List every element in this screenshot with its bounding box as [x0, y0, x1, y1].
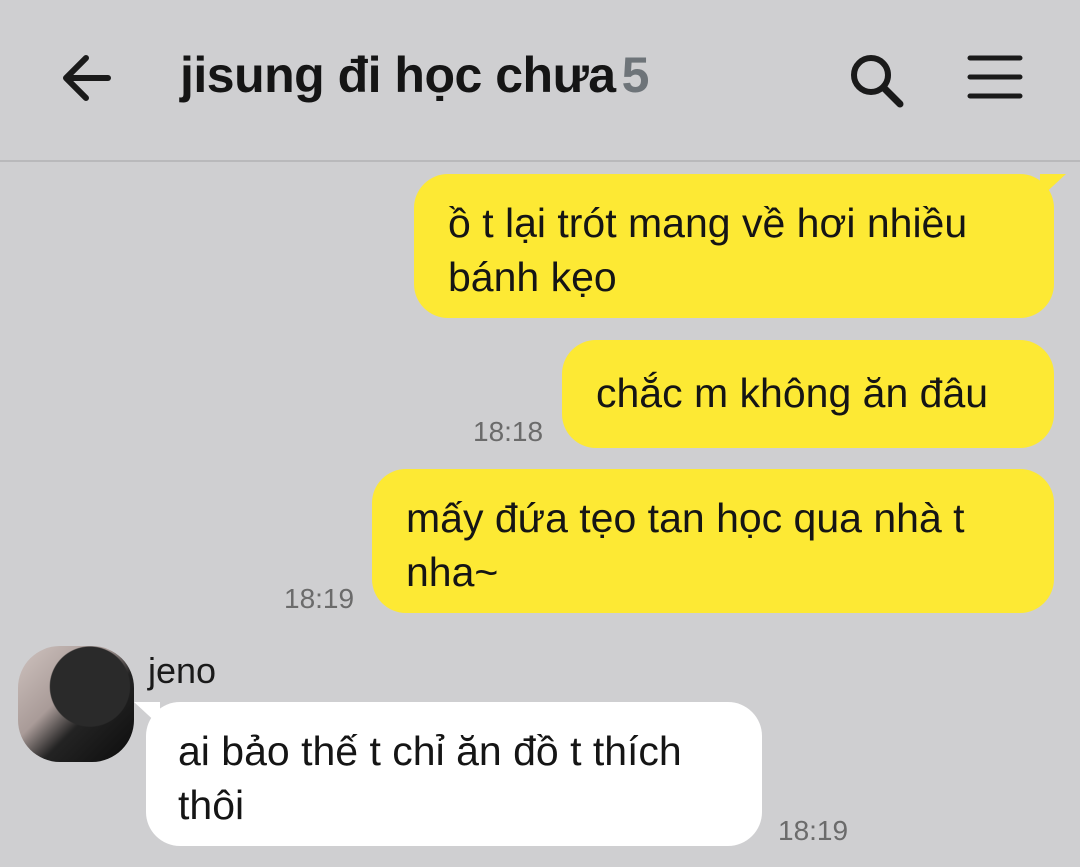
message-text-line: ồ t lại trót mang về hơi nhiều	[448, 200, 968, 246]
menu-button[interactable]	[966, 52, 1024, 102]
sender-name: jeno	[148, 650, 217, 691]
search-button[interactable]	[846, 50, 906, 110]
menu-icon	[967, 55, 1023, 99]
back-button[interactable]	[58, 50, 118, 106]
message-bubble-outgoing[interactable]: chắc m không ăn đâu	[562, 340, 1054, 448]
arrow-left-icon	[63, 55, 111, 101]
avatar[interactable]	[18, 646, 134, 762]
message-bubble-outgoing[interactable]: ồ t lại trót mang về hơi nhiều bánh kẹo	[414, 174, 1066, 318]
message-text-line: ai bảo thế t chỉ ăn đồ t thích	[178, 728, 682, 774]
message-text-line: thôi	[178, 782, 245, 828]
message-text-line: nha~	[406, 549, 499, 595]
chat-title-text: jisung đi học chưa	[180, 47, 616, 103]
message-text-line: mấy đứa tẹo tan học qua nhà t	[406, 495, 965, 541]
chat-header: jisung đi học chưa 5	[0, 0, 1080, 162]
message-time: 18:19	[778, 815, 849, 846]
message-bubble-incoming[interactable]: ai bảo thế t chỉ ăn đồ t thích thôi	[134, 702, 762, 846]
message-time: 18:19	[284, 583, 355, 614]
chat-title: jisung đi học chưa 5	[180, 46, 649, 104]
search-icon	[851, 55, 904, 108]
member-count: 5	[621, 47, 650, 103]
message-text-line: chắc m không ăn đâu	[596, 370, 989, 416]
message-bubble-outgoing[interactable]: mấy đứa tẹo tan học qua nhà t nha~	[372, 469, 1054, 613]
message-text-line: bánh kẹo	[448, 254, 617, 300]
message-time: 18:18	[473, 416, 544, 447]
